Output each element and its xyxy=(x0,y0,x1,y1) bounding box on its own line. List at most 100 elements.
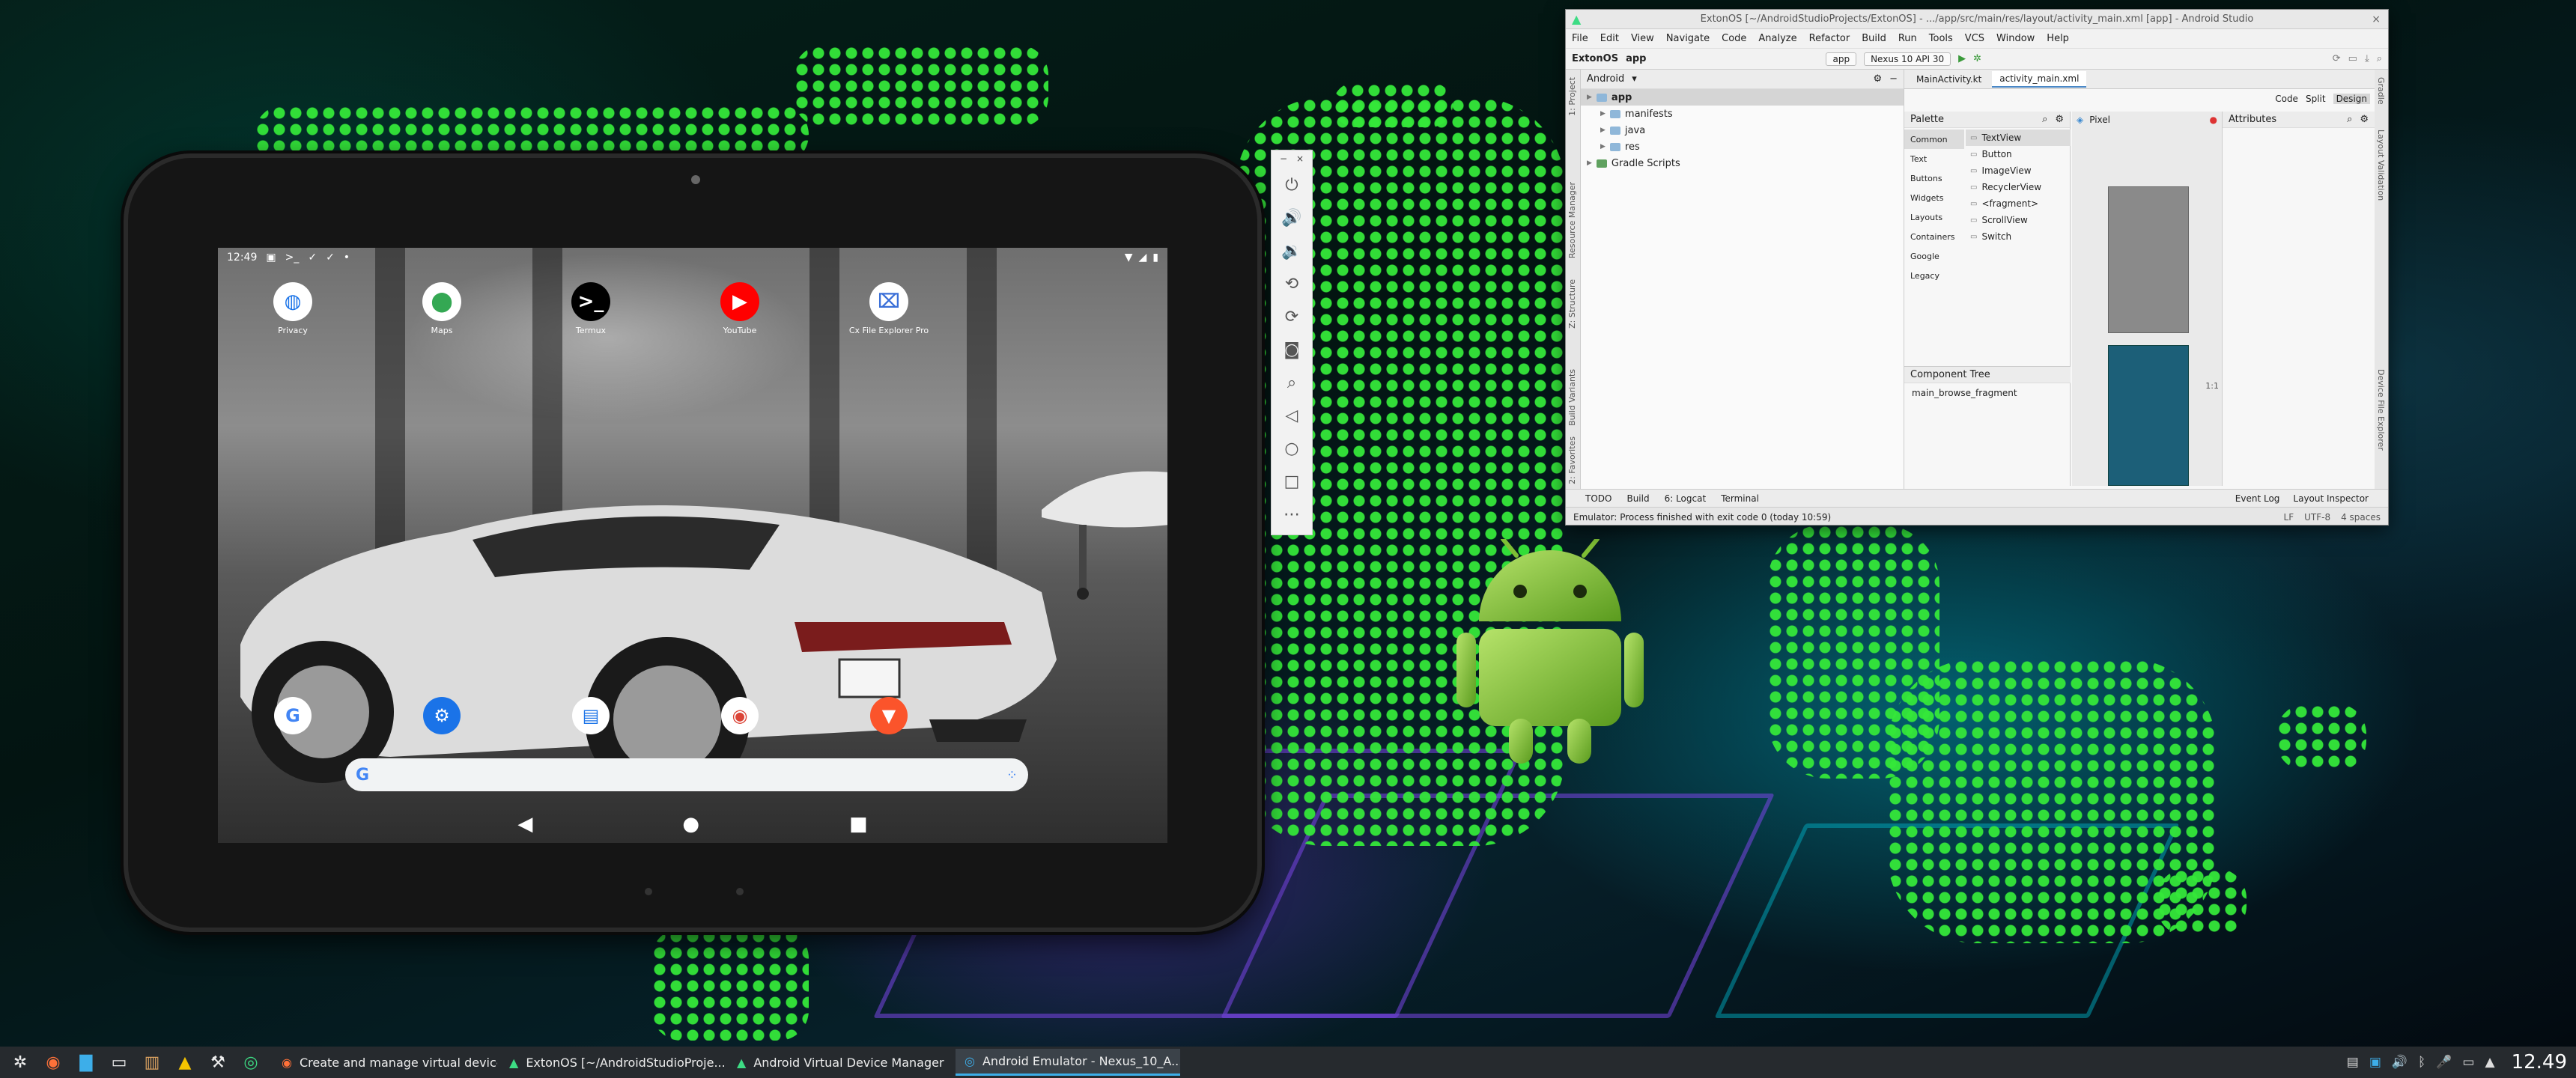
design-surface[interactable]: ◈ Pixel ● 1:1 xyxy=(2072,112,2222,486)
run-config-select[interactable]: app xyxy=(1826,52,1857,66)
volume-icon[interactable]: 🔊 xyxy=(2392,1055,2408,1070)
tool-window-tab[interactable]: Layout Validation xyxy=(2376,130,2386,201)
status-item[interactable]: LF xyxy=(2284,512,2294,523)
menu-view[interactable]: View xyxy=(1631,33,1654,44)
view-mode-design[interactable]: Design xyxy=(2333,94,2370,104)
breadcrumb-module[interactable]: app xyxy=(1626,53,1646,64)
home-app[interactable]: ◍ Privacy xyxy=(244,282,341,335)
search-icon[interactable]: ⌕ xyxy=(2377,53,2382,64)
zoom-icon[interactable]: ⌕ xyxy=(1277,368,1307,398)
menu-vcs[interactable]: VCS xyxy=(1965,33,1984,44)
menu-run[interactable]: Run xyxy=(1898,33,1917,44)
minimize-pane-icon[interactable]: − xyxy=(1889,73,1898,85)
chevron-right-icon[interactable]: ▶ xyxy=(1600,127,1606,134)
home-icon[interactable]: ○ xyxy=(1277,433,1307,463)
tool-window-tab[interactable]: Device File Explorer xyxy=(2376,369,2386,451)
rotate-right-icon[interactable]: ⟳ xyxy=(1277,302,1307,332)
google-search-bar[interactable]: G ⁘ xyxy=(345,758,1028,791)
menu-code[interactable]: Code xyxy=(1722,33,1746,44)
taskbar-task[interactable]: ◎Android Emulator - Nexus_10_A...🔈 xyxy=(956,1049,1180,1076)
menu-window[interactable]: Window xyxy=(1996,33,2035,44)
tree-item[interactable]: ▶ app xyxy=(1581,89,1904,106)
view-mode-code[interactable]: Code xyxy=(2275,94,2298,104)
status-item[interactable]: UTF-8 xyxy=(2304,512,2330,523)
menu-build[interactable]: Build xyxy=(1862,33,1886,44)
taskbar-task[interactable]: ▲ExtonOS [~/AndroidStudioProje...🔈 xyxy=(500,1049,725,1076)
minimize-icon[interactable]: − xyxy=(1280,153,1287,164)
home-app[interactable]: ▶ YouTube xyxy=(691,282,789,335)
clipboard-icon[interactable]: ▤ xyxy=(2347,1055,2359,1070)
gear-icon[interactable]: ⚙ xyxy=(2055,114,2064,125)
chevron-down-icon[interactable]: ▾ xyxy=(1632,73,1637,85)
palette-category[interactable]: Widgets xyxy=(1904,188,1964,207)
palette-category[interactable]: Text xyxy=(1904,149,1964,168)
tool-window-tab[interactable]: 2: Favorites xyxy=(1567,436,1577,484)
assistant-mic-icon[interactable]: ⁘ xyxy=(1006,767,1018,783)
bottom-tab[interactable]: Terminal xyxy=(1721,493,1759,504)
chevron-right-icon[interactable]: ▶ xyxy=(1587,94,1592,101)
editor-tab[interactable]: MainActivity.kt xyxy=(1909,72,1989,87)
home-app[interactable]: >_ Termux xyxy=(542,282,640,335)
palette-item[interactable]: ▭ Button xyxy=(1966,146,2071,162)
menu-tools[interactable]: Tools xyxy=(1929,33,1953,44)
debug-icon[interactable]: ✲ xyxy=(1973,53,1981,64)
home-app[interactable]: ⬤ Maps xyxy=(393,282,490,335)
files-icon[interactable]: ▤ xyxy=(572,697,610,734)
back-nav-icon[interactable]: ◀ xyxy=(517,813,532,835)
view-mode-split[interactable]: Split xyxy=(2306,94,2326,104)
sdk-manager-icon[interactable]: ⤓ xyxy=(2365,53,2369,64)
overview-icon[interactable]: □ xyxy=(1277,466,1307,496)
home-app[interactable]: ⌧ Cx File Explorer Pro xyxy=(840,282,938,335)
firefox-launcher-icon[interactable]: ◉ xyxy=(39,1050,67,1075)
status-item[interactable]: 4 spaces xyxy=(2341,512,2381,523)
bottom-tab[interactable]: TODO xyxy=(1585,493,1611,504)
palette-item[interactable]: ▭ RecyclerView xyxy=(1966,179,2071,195)
brave-browser-icon[interactable]: ▼ xyxy=(870,697,908,734)
palette-category[interactable]: Common xyxy=(1904,130,1964,149)
gear-icon[interactable]: ⚙ xyxy=(1873,73,1882,85)
close-icon[interactable]: × xyxy=(1296,153,1304,164)
tree-item[interactable]: ▶ res xyxy=(1581,138,1904,155)
bottom-tab[interactable]: 6: Logcat xyxy=(1665,493,1707,504)
display-icon[interactable]: ▣ xyxy=(2369,1055,2381,1070)
device-select[interactable]: Nexus 10 API 30 xyxy=(1864,52,1951,66)
breadcrumb-project[interactable]: ExtonOS xyxy=(1572,53,1618,64)
palette-item[interactable]: ▭ <fragment> xyxy=(1966,195,2071,212)
tree-item[interactable]: ▶ java xyxy=(1581,122,1904,138)
window-titlebar[interactable]: ▲ ExtonOS [~/AndroidStudioProjects/Exton… xyxy=(1566,10,2388,29)
palette-category[interactable]: Buttons xyxy=(1904,168,1964,188)
archive-icon[interactable]: ▥ xyxy=(138,1050,166,1075)
tablet-screen[interactable]: 12:49 ▣ >_ ✓ ✓ • ▼ ◢ ▮ ◍ Privacy ⬤ Maps >_ Te… xyxy=(218,248,1167,843)
palette-item[interactable]: ▭ ImageView xyxy=(1966,162,2071,179)
warning-app-icon[interactable]: ▲ xyxy=(171,1050,199,1075)
chevron-right-icon[interactable]: ▶ xyxy=(1600,110,1606,118)
power-icon[interactable]: ⏻ xyxy=(1277,170,1307,200)
tree-item[interactable]: ▶ Gradle Scripts xyxy=(1581,155,1904,171)
menu-navigate[interactable]: Navigate xyxy=(1666,33,1710,44)
terminal-launcher-icon[interactable]: ▭ xyxy=(105,1050,133,1075)
settings-tools-icon[interactable]: ⚒ xyxy=(204,1050,232,1075)
chrome-icon[interactable]: ◉ xyxy=(721,697,759,734)
camera-icon[interactable]: ◙ xyxy=(1277,335,1307,365)
menu-help[interactable]: Help xyxy=(2047,33,2069,44)
layers-icon[interactable]: ◈ xyxy=(2077,115,2083,125)
search-icon[interactable]: ⌕ xyxy=(2042,114,2047,125)
zoom-ratio[interactable]: 1:1 xyxy=(2205,381,2219,391)
rotate-left-icon[interactable]: ⟲ xyxy=(1277,269,1307,299)
palette-item[interactable]: ▭ TextView xyxy=(1966,130,2071,146)
gear-icon[interactable]: ⚙ xyxy=(2360,114,2369,125)
tool-window-tab[interactable]: Z: Structure xyxy=(1567,279,1577,329)
menu-refactor[interactable]: Refactor xyxy=(1809,33,1850,44)
menu-analyze[interactable]: Analyze xyxy=(1758,33,1796,44)
search-icon[interactable]: ⌕ xyxy=(2347,114,2352,125)
chevron-right-icon[interactable]: ▶ xyxy=(1600,143,1606,150)
back-icon[interactable]: ◁ xyxy=(1277,401,1307,430)
tray-expand-icon[interactable]: ▲ xyxy=(2485,1055,2494,1070)
taskbar-task[interactable]: ◉Create and manage virtual devices ...🔈 xyxy=(273,1049,497,1076)
tree-item[interactable]: ▶ manifests xyxy=(1581,106,1904,122)
volume-up-icon[interactable]: 🔊 xyxy=(1277,203,1307,233)
recents-nav-icon[interactable]: ■ xyxy=(849,813,868,835)
menu-file[interactable]: File xyxy=(1572,33,1588,44)
taskbar-task[interactable]: ▲Android Virtual Device Manager🔈 xyxy=(728,1049,953,1076)
bluetooth-icon[interactable]: ᛒ xyxy=(2418,1055,2425,1070)
